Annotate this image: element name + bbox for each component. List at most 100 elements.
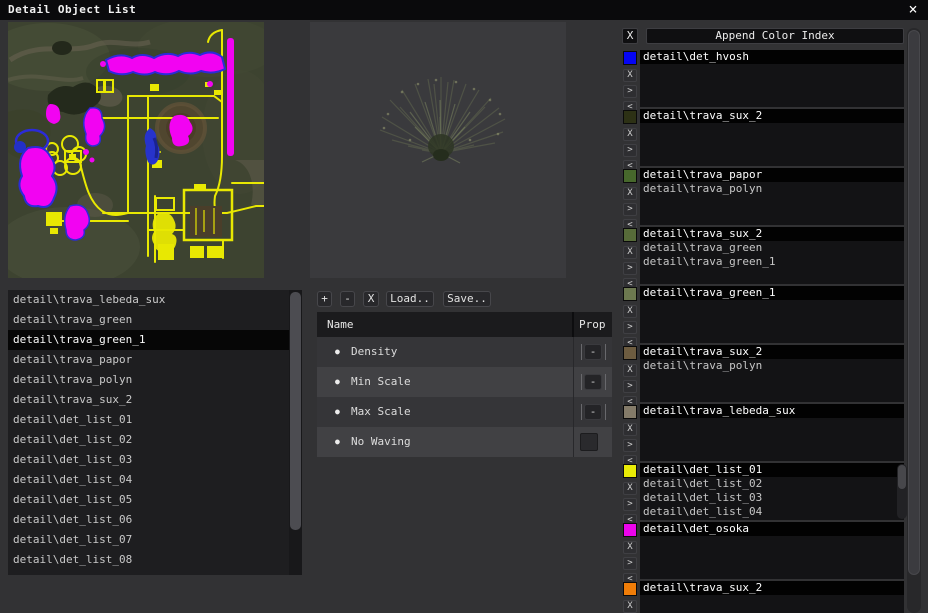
group-remove-button[interactable]: X — [623, 600, 637, 613]
list-item[interactable]: detail\det_list_01 — [8, 410, 302, 430]
group-next-button[interactable]: > — [623, 85, 637, 98]
detail-list-scrollbar-thumb[interactable] — [290, 292, 301, 530]
window-title: Detail Object List — [8, 0, 136, 20]
color-swatch[interactable] — [623, 169, 637, 183]
group-item-list: detail\det_list_01detail\det_list_02deta… — [640, 463, 904, 520]
color-swatch[interactable] — [623, 346, 637, 360]
table-row[interactable]: ● No Waving — [317, 427, 612, 457]
list-item[interactable]: detail\trava_polyn — [8, 370, 302, 390]
group-next-button[interactable]: > — [623, 557, 637, 570]
group-list-item[interactable]: detail\trava_sux_2 — [640, 109, 904, 123]
group-list-item[interactable]: detail\det_list_04 — [640, 505, 904, 519]
group-list-item[interactable]: detail\trava_green_1 — [640, 286, 904, 300]
color-swatch[interactable] — [623, 287, 637, 301]
no-waving-checkbox[interactable] — [580, 433, 598, 451]
group-list-item[interactable]: detail\det_list_01 — [640, 463, 904, 477]
list-item[interactable]: detail\trava_green — [8, 310, 302, 330]
list-item[interactable]: detail\det_list_04 — [8, 470, 302, 490]
group-list-item[interactable]: detail\trava_green_1 — [640, 255, 904, 269]
color-swatch[interactable] — [623, 523, 637, 537]
group-item-list: detail\trava_green_1 — [640, 286, 904, 343]
group-remove-button[interactable]: X — [623, 246, 637, 259]
list-item[interactable]: detail\det_list_06 — [8, 510, 302, 530]
detail-list-scrollbar[interactable] — [289, 290, 302, 575]
list-item[interactable]: detail\trava_lebeda_sux — [8, 290, 302, 310]
group-list-item[interactable]: detail\trava_papor — [640, 168, 904, 182]
group-list-item[interactable]: detail\trava_sux_2 — [640, 581, 904, 595]
table-row[interactable]: ● Max Scale - — [317, 397, 612, 427]
color-group: X><detail\trava_sux_2 — [618, 581, 908, 613]
list-item[interactable]: detail\trava_sux_2 — [8, 390, 302, 410]
remove-button[interactable]: - — [340, 291, 355, 307]
group-item-list: detail\det_hvosh — [640, 50, 904, 107]
color-group: X><detail\trava_green_1 — [618, 286, 908, 344]
group-remove-button[interactable]: X — [623, 541, 637, 554]
list-item[interactable]: detail\det_osoka — [8, 570, 302, 575]
list-item[interactable]: detail\trava_green_1 — [8, 330, 302, 350]
prop-label: No Waving — [351, 427, 411, 457]
properties-table: Name Prop ● Density - ● Min Scale - ● Ma… — [317, 312, 612, 457]
group-list-item[interactable]: detail\trava_polyn — [640, 182, 904, 196]
table-row[interactable]: ● Min Scale - — [317, 367, 612, 397]
group-item-list: detail\trava_sux_2detail\trava_polyn — [640, 345, 904, 402]
group-list-item[interactable]: detail\det_hvosh — [640, 50, 904, 64]
color-swatch[interactable] — [623, 464, 637, 478]
group-remove-button[interactable]: X — [623, 423, 637, 436]
list-item[interactable]: detail\det_list_05 — [8, 490, 302, 510]
save-button[interactable]: Save.. — [443, 291, 491, 307]
group-list-item[interactable]: detail\trava_sux_2 — [640, 345, 904, 359]
group-next-button[interactable]: > — [623, 380, 637, 393]
prop-label: Density — [351, 337, 397, 367]
max-scale-minus-button[interactable]: - — [584, 404, 602, 420]
group-remove-button[interactable]: X — [623, 128, 637, 141]
group-next-button[interactable]: > — [623, 262, 637, 275]
group-list-scrollbar-thumb[interactable] — [898, 465, 906, 489]
bullet-icon: ● — [335, 337, 340, 367]
group-item-list: detail\trava_lebeda_sux — [640, 404, 904, 461]
clear-button[interactable]: X — [363, 291, 379, 307]
group-remove-button[interactable]: X — [623, 364, 637, 377]
color-swatch[interactable] — [623, 405, 637, 419]
group-remove-button[interactable]: X — [623, 482, 637, 495]
group-list-item[interactable]: detail\det_list_02 — [640, 477, 904, 491]
group-list-item[interactable]: detail\det_list_03 — [640, 491, 904, 505]
color-swatch[interactable] — [623, 51, 637, 65]
field-edge — [605, 374, 606, 390]
column-header-name: Name — [327, 312, 354, 337]
list-item[interactable]: detail\det_list_03 — [8, 450, 302, 470]
group-list-item[interactable]: detail\trava_polyn — [640, 359, 904, 373]
table-row[interactable]: ● Density - — [317, 337, 612, 367]
list-item[interactable]: detail\det_list_08 — [8, 550, 302, 570]
color-index-scrollbar-thumb[interactable] — [908, 30, 920, 575]
group-list-item[interactable]: detail\trava_sux_2 — [640, 227, 904, 241]
group-next-button[interactable]: > — [623, 203, 637, 216]
color-group: X><detail\trava_lebeda_sux — [618, 404, 908, 462]
group-list-item[interactable]: detail\trava_green — [640, 241, 904, 255]
group-remove-button[interactable]: X — [623, 187, 637, 200]
map-overview — [8, 22, 264, 278]
list-item[interactable]: detail\det_list_02 — [8, 430, 302, 450]
list-item[interactable]: detail\trava_papor — [8, 350, 302, 370]
color-group: X><detail\trava_sux_2 — [618, 109, 908, 167]
group-next-button[interactable]: > — [623, 498, 637, 511]
min-scale-minus-button[interactable]: - — [584, 374, 602, 390]
group-list-item[interactable]: detail\trava_lebeda_sux — [640, 404, 904, 418]
group-remove-button[interactable]: X — [623, 69, 637, 82]
list-item[interactable]: detail\det_list_07 — [8, 530, 302, 550]
load-button[interactable]: Load.. — [386, 291, 434, 307]
group-next-button[interactable]: > — [623, 144, 637, 157]
color-index-scrollbar[interactable] — [907, 28, 921, 613]
group-item-list: detail\trava_sux_2detail\trava_greendeta… — [640, 227, 904, 284]
color-swatch[interactable] — [623, 582, 637, 596]
group-remove-button[interactable]: X — [623, 305, 637, 318]
add-button[interactable]: + — [317, 291, 332, 307]
color-group: X><detail\trava_papordetail\trava_polyn — [618, 168, 908, 226]
density-minus-button[interactable]: - — [584, 344, 602, 360]
color-swatch[interactable] — [623, 110, 637, 124]
group-next-button[interactable]: > — [623, 439, 637, 452]
color-swatch[interactable] — [623, 228, 637, 242]
group-list-scrollbar[interactable] — [897, 464, 907, 519]
field-edge — [605, 404, 606, 420]
group-next-button[interactable]: > — [623, 321, 637, 334]
group-list-item[interactable]: detail\det_osoka — [640, 522, 904, 536]
